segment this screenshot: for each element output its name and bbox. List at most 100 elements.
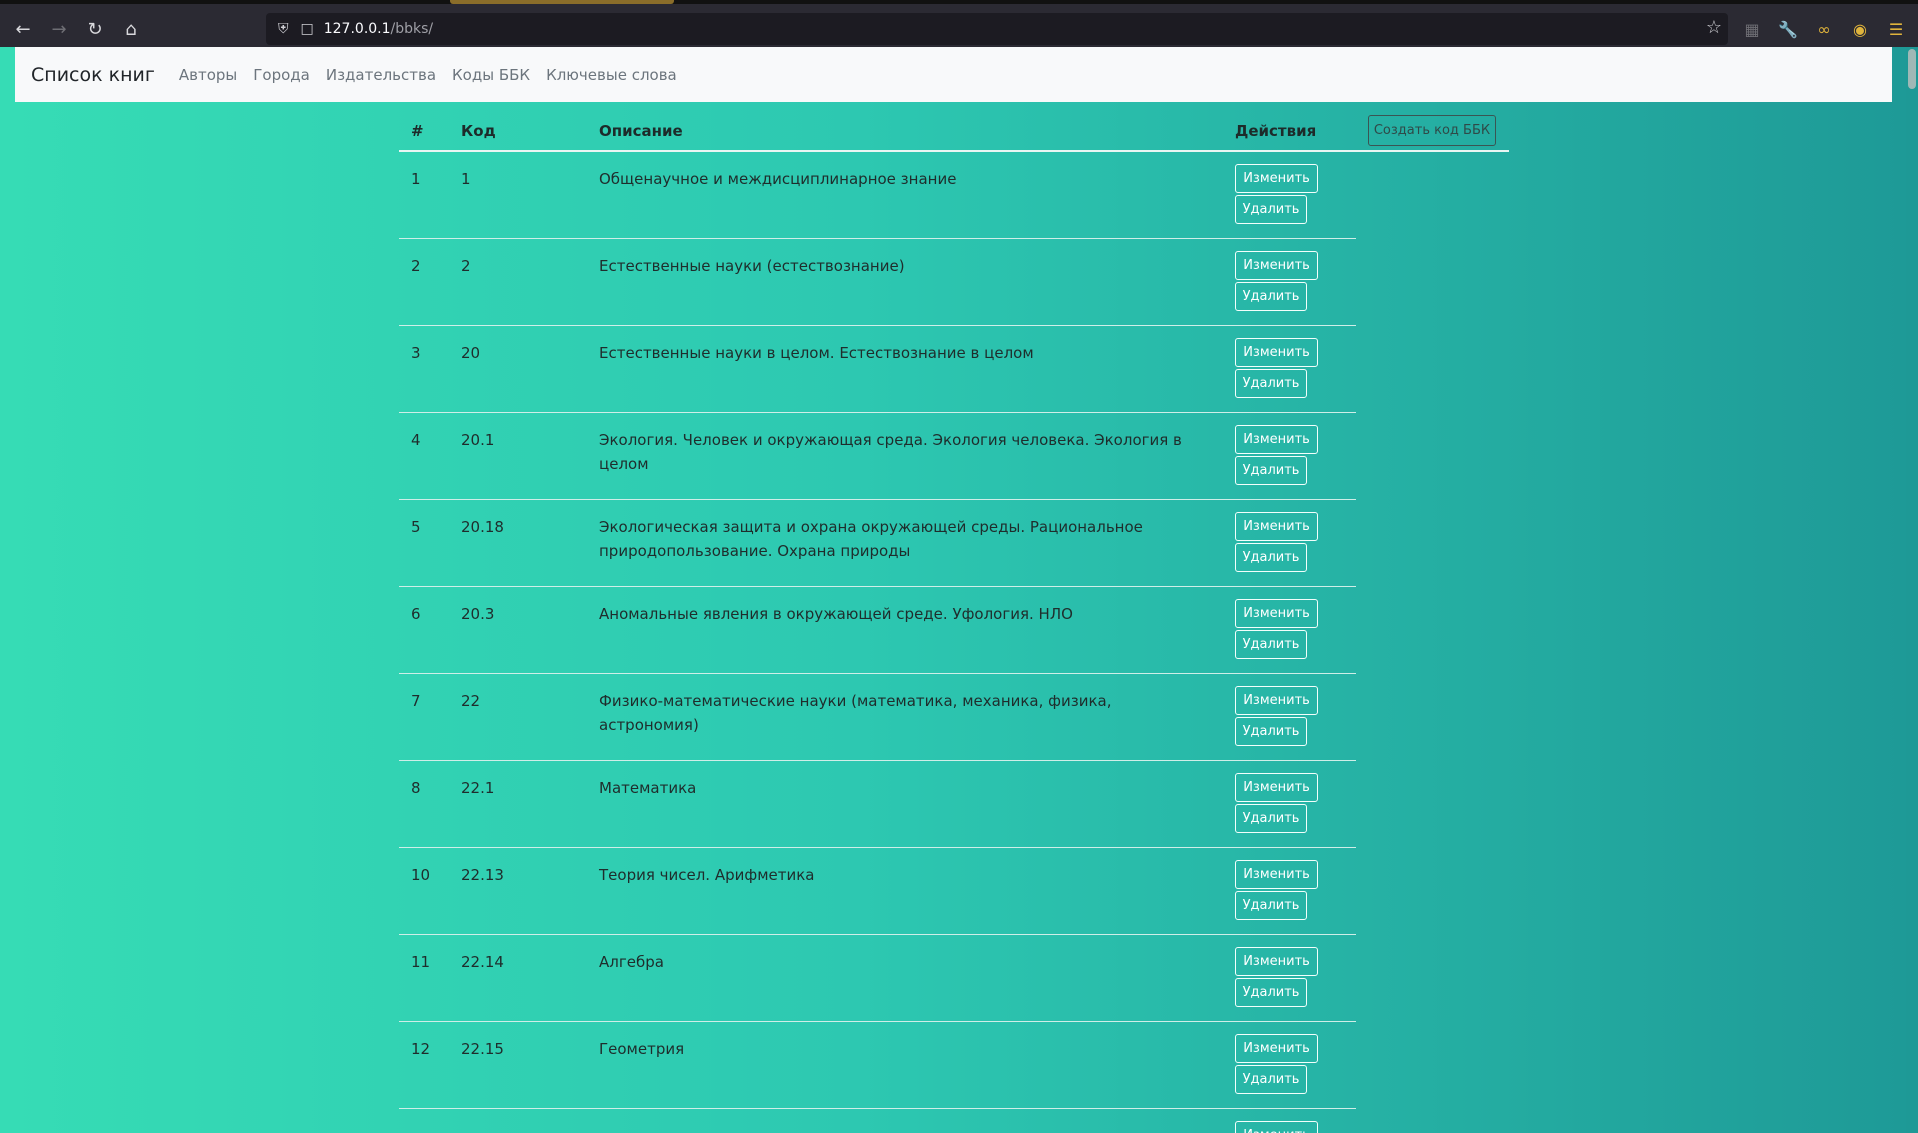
edit-button[interactable]: Изменить: [1235, 1034, 1318, 1063]
row-code: 2: [461, 257, 471, 275]
delete-button[interactable]: Удалить: [1235, 804, 1307, 833]
table-body: 1 1 Общенаучное и междисциплинарное знание…: [399, 152, 1356, 1133]
row-number: 12: [411, 1040, 431, 1058]
delete-button[interactable]: Удалить: [1235, 891, 1307, 920]
header-actions: Действия: [1235, 122, 1317, 140]
navbar-brand[interactable]: Список книг: [31, 64, 155, 86]
delete-button[interactable]: Удалить: [1235, 978, 1307, 1007]
browser-toolbar: ← → ↻ ⌂ ⛨ □ 127.0.0.1/bbks/ ☆ ▦ 🔧 ∞ ◉ ☰: [0, 0, 1918, 47]
edit-button[interactable]: Изменить: [1235, 686, 1318, 715]
header-code: Код: [461, 122, 496, 140]
scrollbar-thumb[interactable]: [1908, 49, 1916, 89]
wrench-icon[interactable]: 🔧: [1775, 16, 1801, 42]
top-navbar: Список книг Авторы Города Издательства К…: [15, 47, 1892, 102]
row-code: 22.1: [461, 779, 495, 797]
delete-button[interactable]: Удалить: [1235, 717, 1307, 746]
row-number: 8: [411, 779, 421, 797]
row-code: 20.3: [461, 605, 495, 623]
shield-icon[interactable]: ⛨: [278, 21, 289, 37]
row-code: 22.14: [461, 953, 504, 971]
row-number: 1: [411, 170, 421, 188]
bbk-table: # Код Описание Действия 1 1 Общенаучное и …: [399, 102, 1509, 1133]
delete-button[interactable]: Удалить: [1235, 543, 1307, 572]
table-row: 12 22.15 Геометрия Изменить Удалить: [399, 1022, 1356, 1109]
row-description: Физико-математические науки (математика,…: [599, 692, 1112, 734]
row-number: 2: [411, 257, 421, 275]
row-description: Естественные науки в целом. Естествознан…: [599, 344, 1034, 362]
table-row: 7 22 Физико-математические науки (математи…: [399, 674, 1356, 761]
reload-icon[interactable]: ↻: [80, 14, 110, 44]
row-number: 7: [411, 692, 421, 710]
row-number: 4: [411, 431, 421, 449]
table-row: 2 2 Естественные науки (естествознание) Изм…: [399, 239, 1356, 326]
edit-button[interactable]: Изменить: [1235, 599, 1318, 628]
nav-link-bbk-codes[interactable]: Коды ББК: [452, 66, 530, 84]
back-icon[interactable]: ←: [8, 14, 38, 44]
delete-button[interactable]: Удалить: [1235, 369, 1307, 398]
row-number: 11: [411, 953, 431, 971]
delete-button[interactable]: Удалить: [1235, 1065, 1307, 1094]
table-row: 6 20.3 Аномальные явления в окружающей сре…: [399, 587, 1356, 674]
nav-link-publishers[interactable]: Издательства: [326, 66, 436, 84]
row-code: 1: [461, 170, 471, 188]
row-number: 3: [411, 344, 421, 362]
url-host: 127.0.0.1: [323, 21, 391, 37]
menu-icon[interactable]: ☰: [1883, 16, 1909, 42]
header-num: #: [411, 122, 424, 140]
edit-button[interactable]: Изменить: [1235, 164, 1318, 193]
edit-button[interactable]: Изменить: [1235, 1121, 1318, 1133]
edit-button[interactable]: Изменить: [1235, 773, 1318, 802]
extension-icon[interactable]: ▦: [1739, 16, 1765, 42]
row-number: 5: [411, 518, 421, 536]
page-content: Список книг Авторы Города Издательства К…: [0, 47, 1906, 1133]
table-row-partial: Изменить: [399, 1109, 1356, 1133]
delete-button[interactable]: Удалить: [1235, 456, 1307, 485]
row-number: 10: [411, 866, 431, 884]
url-text[interactable]: 127.0.0.1/bbks/: [324, 21, 433, 37]
edit-button[interactable]: Изменить: [1235, 512, 1318, 541]
mask-icon[interactable]: ∞: [1811, 16, 1837, 42]
edit-button[interactable]: Изменить: [1235, 860, 1318, 889]
row-code: 22: [461, 692, 481, 710]
delete-button[interactable]: Удалить: [1235, 282, 1307, 311]
row-description: Математика: [599, 779, 697, 797]
row-code: 20.18: [461, 518, 504, 536]
table-row: 4 20.1 Экология. Человек и окружающая сред…: [399, 413, 1356, 500]
row-description: Аномальные явления в окружающей среде. У…: [599, 605, 1073, 623]
table-header: # Код Описание Действия: [399, 102, 1509, 152]
tab-indicator: [450, 0, 674, 4]
edit-button[interactable]: Изменить: [1235, 251, 1318, 280]
nav-link-keywords[interactable]: Ключевые слова: [546, 66, 677, 84]
row-description: Алгебра: [599, 953, 664, 971]
row-description: Естественные науки (естествознание): [599, 257, 905, 275]
table-row: 3 20 Естественные науки в целом. Естествоз…: [399, 326, 1356, 413]
address-bar[interactable]: ⛨ □ 127.0.0.1/bbks/ ☆: [266, 13, 1728, 45]
bookmark-star-icon[interactable]: ☆: [1706, 17, 1722, 38]
table-row: 10 22.13 Теория чисел. Арифметика Изменить У…: [399, 848, 1356, 935]
delete-button[interactable]: Удалить: [1235, 195, 1307, 224]
home-icon[interactable]: ⌂: [116, 14, 146, 44]
row-number: 6: [411, 605, 421, 623]
row-description: Теория чисел. Арифметика: [599, 866, 815, 884]
row-code: 20.1: [461, 431, 495, 449]
scrollbar[interactable]: [1906, 47, 1918, 1133]
edit-button[interactable]: Изменить: [1235, 947, 1318, 976]
delete-button[interactable]: Удалить: [1235, 630, 1307, 659]
header-description: Описание: [599, 122, 683, 140]
url-path: /bbks/: [390, 21, 434, 37]
row-code: 20: [461, 344, 481, 362]
table-row: 1 1 Общенаучное и междисциплинарное знание…: [399, 152, 1356, 239]
nav-link-cities[interactable]: Города: [253, 66, 310, 84]
pocket-icon[interactable]: ◉: [1847, 16, 1873, 42]
row-code: 22.15: [461, 1040, 504, 1058]
table-row: 5 20.18 Экологическая защита и охрана окру…: [399, 500, 1356, 587]
forward-icon[interactable]: →: [44, 14, 74, 44]
nav-link-authors[interactable]: Авторы: [179, 66, 237, 84]
row-description: Геометрия: [599, 1040, 685, 1058]
edit-button[interactable]: Изменить: [1235, 338, 1318, 367]
row-code: 22.13: [461, 866, 504, 884]
edit-button[interactable]: Изменить: [1235, 425, 1318, 454]
table-row: 8 22.1 Математика Изменить Удалить: [399, 761, 1356, 848]
page-icon: □: [300, 21, 314, 37]
row-description: Экологическая защита и охрана окружающей…: [599, 518, 1143, 560]
